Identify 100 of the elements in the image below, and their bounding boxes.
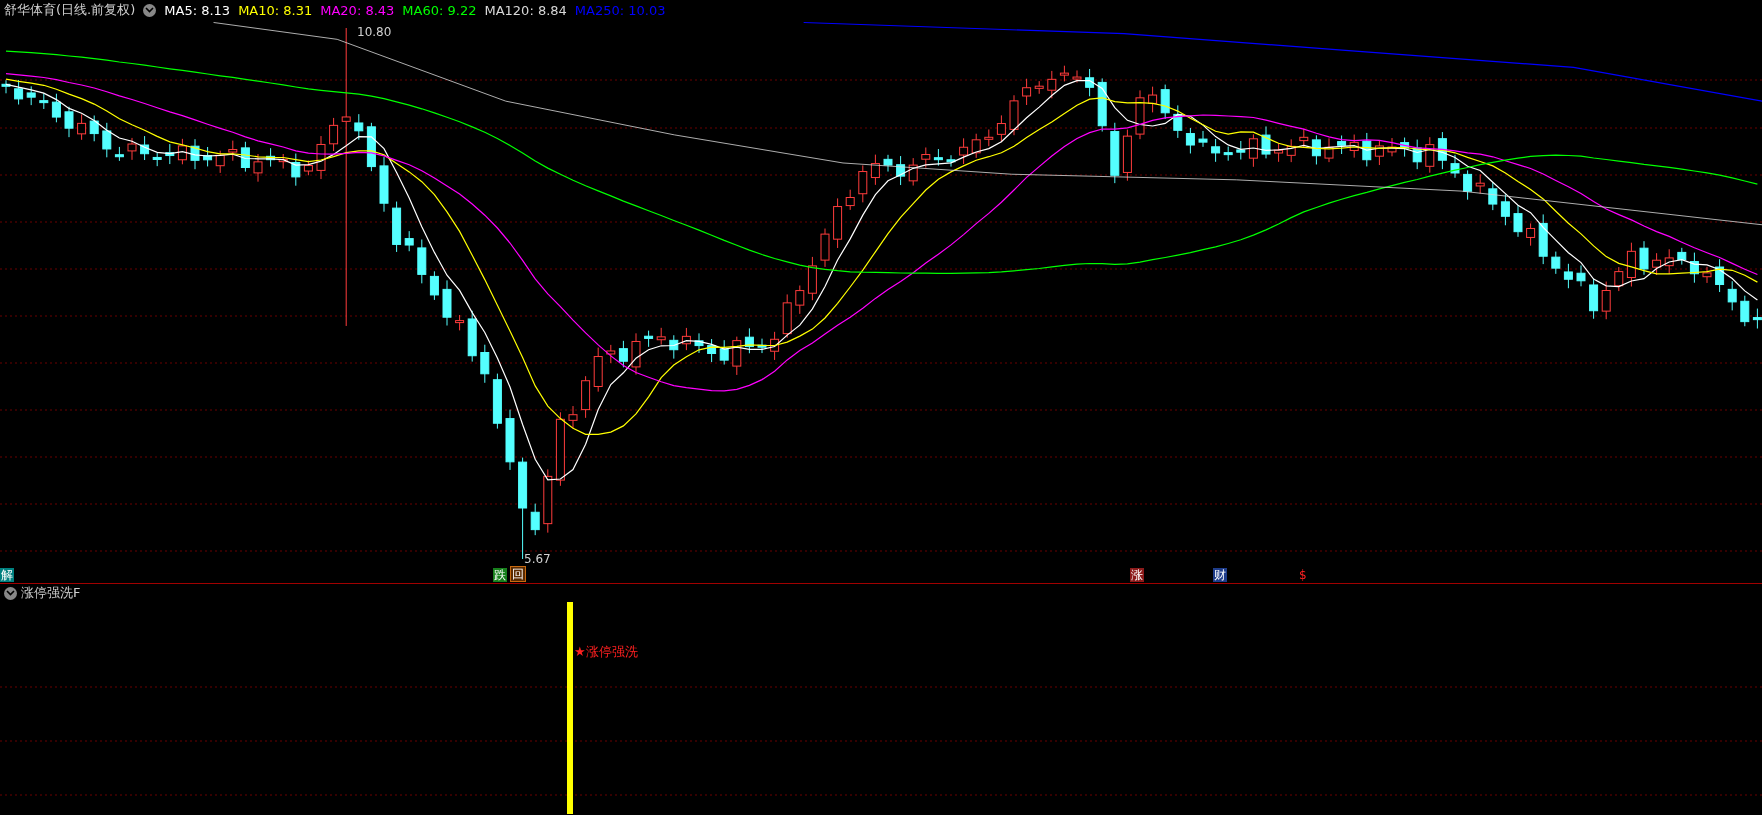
candlestick xyxy=(1236,140,1246,160)
candlestick xyxy=(51,93,61,123)
candlestick xyxy=(26,85,36,106)
signal-marker: 回 xyxy=(510,566,526,582)
candlestick xyxy=(1463,169,1473,201)
candlestick xyxy=(946,154,956,168)
candlestick xyxy=(1538,213,1548,265)
candlestick xyxy=(933,148,943,167)
moving-average-value: MA10: 8.31 xyxy=(238,2,313,18)
candlestick xyxy=(1198,130,1208,148)
candlestick xyxy=(1475,173,1485,195)
candlestick xyxy=(1122,129,1132,182)
candlestick xyxy=(644,330,654,348)
candlestick xyxy=(1286,138,1296,163)
candlestick xyxy=(127,137,137,161)
candlestick xyxy=(89,115,99,142)
candlestick xyxy=(845,189,855,211)
candlestick xyxy=(1437,131,1447,170)
stock-title: 舒华体育(日线.前复权) xyxy=(4,1,136,19)
signal-marker: 跌 xyxy=(493,568,507,582)
candlestick xyxy=(1059,65,1069,82)
candlestick xyxy=(1563,263,1573,289)
candlestick xyxy=(1274,142,1284,163)
candlestick xyxy=(807,256,817,301)
candlestick xyxy=(1387,137,1397,157)
candlestick xyxy=(1576,264,1586,287)
candlestick xyxy=(1349,134,1359,159)
candlestick xyxy=(1362,132,1372,167)
candlestick xyxy=(732,336,742,376)
candlestick xyxy=(1450,154,1460,179)
candlestick xyxy=(102,122,112,158)
candlestick xyxy=(366,122,376,172)
candlestick xyxy=(1702,266,1712,284)
candlestick xyxy=(1337,135,1347,155)
candlestick xyxy=(757,338,767,354)
collapse-chevron-icon[interactable] xyxy=(4,586,17,600)
candlestick xyxy=(1740,295,1750,327)
candlestick xyxy=(1009,94,1019,136)
candlestick xyxy=(606,344,616,364)
candlestick xyxy=(1551,251,1561,275)
moving-average-value: MA5: 8.13 xyxy=(164,2,231,18)
candlestick xyxy=(417,239,427,284)
candlestick xyxy=(1513,204,1523,238)
candlestick xyxy=(140,135,150,161)
collapse-chevron-icon[interactable] xyxy=(143,3,157,17)
high-price-label: 10.80 xyxy=(357,25,392,39)
candlestick xyxy=(392,201,402,253)
candlestick xyxy=(1,79,11,94)
candlestick xyxy=(467,310,477,363)
moving-average-value: MA60: 9.22 xyxy=(402,2,477,18)
candlestick xyxy=(744,327,754,354)
candlestick xyxy=(316,135,326,180)
candlestick xyxy=(1601,281,1611,320)
candlestick xyxy=(770,331,780,361)
candlestick xyxy=(1425,136,1435,174)
candlestick xyxy=(707,338,717,363)
candlestick xyxy=(1526,222,1536,247)
candlestick xyxy=(833,197,843,249)
moving-average-value: MA20: 8.43 xyxy=(320,2,395,18)
candlestick xyxy=(984,129,994,147)
candlestick xyxy=(1299,128,1309,149)
signal-marker: 财 xyxy=(1213,568,1227,582)
candlestick xyxy=(618,340,628,368)
candlestick xyxy=(543,468,553,534)
candlestick xyxy=(303,159,313,176)
candlestick xyxy=(959,137,969,165)
candlestick xyxy=(631,332,641,376)
candlestick xyxy=(14,79,24,105)
candlestick xyxy=(1412,139,1422,170)
moving-average-value: MA250: 10.03 xyxy=(574,2,666,18)
candlestick xyxy=(908,157,918,187)
signal-label: ★涨停强洗 xyxy=(574,643,638,661)
indicator-title: 涨停强洗F xyxy=(21,584,81,602)
candlestick xyxy=(354,113,364,141)
candlestick xyxy=(996,114,1006,143)
candlestick xyxy=(719,339,729,366)
signal-marker: 涨 xyxy=(1130,568,1144,582)
candlestick xyxy=(1639,240,1649,276)
candlestick xyxy=(64,106,74,138)
candlestick xyxy=(429,270,439,301)
candlestick xyxy=(656,327,666,346)
candlestick xyxy=(1488,181,1498,211)
candlestick xyxy=(1110,122,1120,184)
signal-marker: 解 xyxy=(0,568,14,582)
low-price-label: 5.67 xyxy=(524,552,551,566)
candlestick xyxy=(240,141,250,173)
candlestick xyxy=(568,405,578,429)
candlestick xyxy=(152,152,162,167)
candlestick xyxy=(593,347,603,393)
candlestick xyxy=(1261,125,1271,159)
candlestick xyxy=(530,503,540,536)
candlestick xyxy=(228,140,238,162)
candlestick xyxy=(165,143,175,165)
candlestick xyxy=(1689,252,1699,284)
candlestick xyxy=(1752,308,1762,330)
candlestick xyxy=(870,154,880,186)
candlestick xyxy=(1160,84,1170,120)
candlestick xyxy=(1614,266,1624,292)
candlestick xyxy=(203,146,213,167)
candlestick xyxy=(329,117,339,152)
